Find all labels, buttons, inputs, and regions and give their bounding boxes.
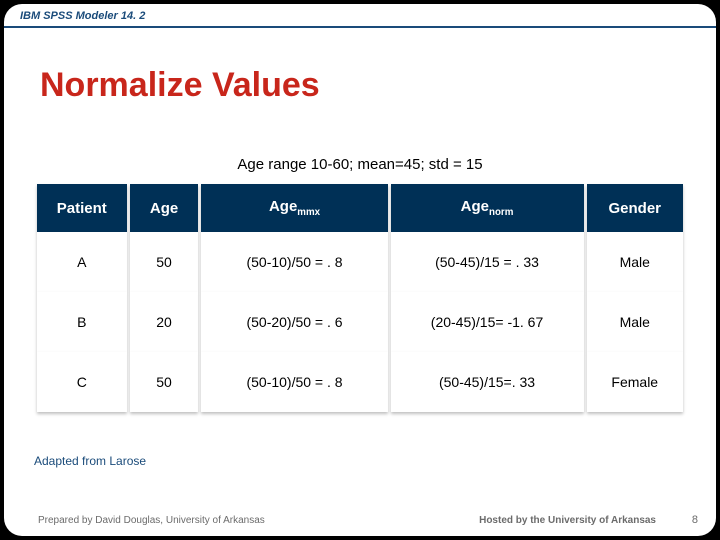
cell-patient: B (37, 292, 127, 352)
col-agemmx-base: Age (269, 198, 297, 215)
footer-right: Hosted by the University of Arkansas (479, 515, 656, 526)
col-agenorm-sub: norm (489, 207, 513, 218)
slide-title: Normalize Values (40, 66, 320, 105)
footer-left: Prepared by David Douglas, University of… (38, 515, 265, 526)
cell-age: 20 (130, 292, 199, 352)
cell-gender: Female (587, 352, 684, 412)
cell-norm: (20-45)/15= -1. 67 (391, 292, 584, 352)
attribution: Adapted from Larose (34, 454, 146, 468)
cell-age: 50 (130, 232, 199, 292)
col-agemmx: Agemmx (201, 184, 387, 232)
col-agenorm-base: Age (461, 198, 489, 215)
cell-gender: Male (587, 292, 684, 352)
table-header-row: Patient Age Agemmx Agenorm Gender (37, 184, 683, 232)
col-agemmx-sub: mmx (297, 207, 320, 218)
table-row: C 50 (50-10)/50 = . 8 (50-45)/15=. 33 Fe… (37, 352, 683, 412)
cell-mmx: (50-20)/50 = . 6 (201, 292, 387, 352)
cell-gender: Male (587, 232, 684, 292)
cell-patient: C (37, 352, 127, 412)
col-age: Age (130, 184, 199, 232)
col-patient: Patient (37, 184, 127, 232)
page-number: 8 (692, 514, 698, 526)
col-agenorm: Agenorm (391, 184, 584, 232)
col-gender: Gender (587, 184, 684, 232)
brand-underline (4, 26, 716, 28)
table-row: B 20 (50-20)/50 = . 6 (20-45)/15= -1. 67… (37, 292, 683, 352)
data-table-wrap: Patient Age Agemmx Agenorm Gender A 50 (… (34, 184, 686, 412)
table-row: A 50 (50-10)/50 = . 8 (50-45)/15 = . 33 … (37, 232, 683, 292)
cell-mmx: (50-10)/50 = . 8 (201, 352, 387, 412)
data-table: Patient Age Agemmx Agenorm Gender A 50 (… (34, 184, 686, 412)
cell-mmx: (50-10)/50 = . 8 (201, 232, 387, 292)
slide-subtitle: Age range 10-60; mean=45; std = 15 (4, 156, 716, 173)
cell-patient: A (37, 232, 127, 292)
brand-label: IBM SPSS Modeler 14. 2 (20, 10, 145, 22)
cell-age: 50 (130, 352, 199, 412)
cell-norm: (50-45)/15 = . 33 (391, 232, 584, 292)
slide: IBM SPSS Modeler 14. 2 Normalize Values … (4, 4, 716, 536)
cell-norm: (50-45)/15=. 33 (391, 352, 584, 412)
